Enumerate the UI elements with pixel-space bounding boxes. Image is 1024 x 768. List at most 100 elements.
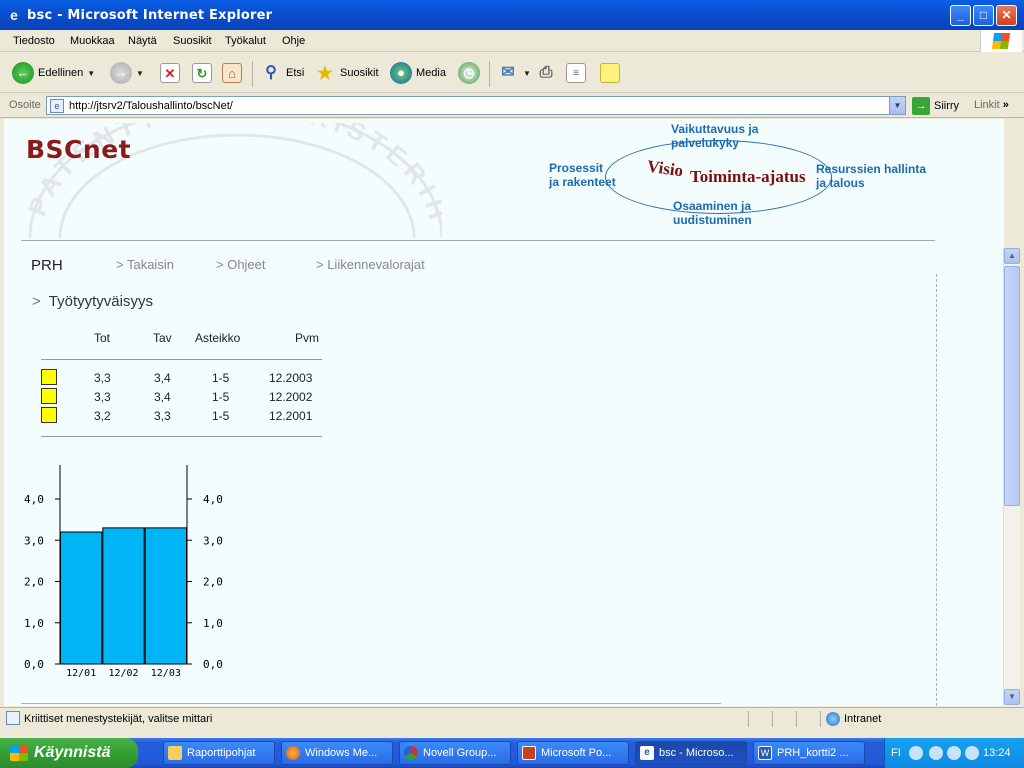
- chevron-down-icon[interactable]: ▼: [87, 69, 95, 78]
- x-tick-label: 12/01: [66, 668, 96, 679]
- task-prh-kortti[interactable]: W PRH_kortti2 ...: [753, 741, 865, 765]
- powerpoint-icon: [522, 746, 536, 760]
- clock: 13:24: [983, 747, 1011, 759]
- chevron-right-icon: »: [1002, 99, 1009, 111]
- menu-tools[interactable]: Työkalut: [225, 35, 266, 47]
- page-status-icon: [6, 711, 20, 725]
- tray-arrow-icon[interactable]: [909, 746, 923, 760]
- stop-button[interactable]: ✕: [160, 61, 180, 85]
- go-button[interactable]: → Siirry: [912, 97, 959, 115]
- table-row: 3,3 3,4 1-5 12.2002: [41, 388, 331, 407]
- y-tick-label-right: 3,0: [203, 534, 223, 547]
- forward-button[interactable]: → ▼: [110, 61, 144, 85]
- perspective-impact[interactable]: Vaikuttavuus ja palvelukyky: [671, 122, 758, 150]
- mission-label[interactable]: Toiminta-ajatus: [690, 167, 806, 187]
- refresh-icon: ↻: [192, 63, 212, 83]
- menu-favorites[interactable]: Suosikit: [173, 35, 212, 47]
- traffic-light-swatch[interactable]: [41, 369, 57, 385]
- back-arrow-icon: ←: [12, 62, 34, 84]
- menu-edit[interactable]: Muokkaa: [70, 35, 115, 47]
- back-button[interactable]: ← Edellinen ▼: [12, 61, 95, 85]
- system-tray: FI 13:24: [884, 738, 1024, 768]
- toolbar: ← Edellinen ▼ → ▼ ✕ ↻ ⌂ ⚲ Etsi ★ Suosiki…: [0, 53, 1024, 93]
- nav-back-link[interactable]: > Takaisin: [116, 257, 174, 272]
- column-header-date: Pvm: [295, 331, 319, 345]
- favorites-button[interactable]: ★ Suosikit: [314, 61, 379, 85]
- start-button[interactable]: Käynnistä: [0, 738, 138, 768]
- language-indicator[interactable]: FI: [891, 747, 901, 759]
- x-tick-label: 12/03: [151, 668, 181, 679]
- nav-home-link[interactable]: PRH: [31, 257, 63, 274]
- traffic-light-swatch[interactable]: [41, 388, 57, 404]
- history-button[interactable]: ◷: [458, 61, 480, 85]
- task-bsc-ie[interactable]: e bsc - Microso...: [635, 741, 747, 765]
- y-tick-label-left: 1,0: [24, 617, 44, 630]
- nav-traffic-lights-link[interactable]: > Liikennevalorajat: [316, 257, 425, 272]
- tray-volume-icon[interactable]: [965, 746, 979, 760]
- menu-view[interactable]: Näytä: [128, 35, 157, 47]
- table-row: 3,3 3,4 1-5 12.2003: [41, 369, 331, 388]
- mail-button[interactable]: ✉ ▼: [497, 61, 531, 85]
- word-icon: W: [758, 746, 772, 760]
- address-url[interactable]: http://jtsrv2/Taloushallinto/bscNet/: [69, 100, 233, 112]
- bscnet-logo: BSCnet: [26, 135, 132, 164]
- refresh-button[interactable]: ↻: [192, 61, 212, 85]
- scroll-thumb[interactable]: [1004, 266, 1020, 506]
- bottom-divider: [21, 703, 721, 704]
- page-title: > Työtyytyväisyys: [32, 293, 153, 310]
- task-microsoft-powerpoint[interactable]: Microsoft Po...: [517, 741, 629, 765]
- task-windows-media[interactable]: Windows Me...: [281, 741, 393, 765]
- history-icon: ◷: [458, 62, 480, 84]
- folder-icon: [168, 746, 182, 760]
- maximize-button[interactable]: □: [973, 5, 994, 26]
- perspective-resources[interactable]: Resurssien hallinta ja talous: [816, 162, 926, 190]
- traffic-light-swatch[interactable]: [41, 407, 57, 423]
- chevron-down-icon[interactable]: ▼: [136, 69, 144, 78]
- tray-network-icon[interactable]: [929, 746, 943, 760]
- y-tick-label-right: 2,0: [203, 576, 223, 589]
- edit-button[interactable]: ≡: [566, 61, 586, 85]
- perspective-learning[interactable]: Osaaminen ja uudistuminen: [673, 199, 752, 227]
- minimize-button[interactable]: _: [950, 5, 971, 26]
- right-frame-border: [936, 274, 937, 706]
- nav-help-link[interactable]: > Ohjeet: [216, 257, 266, 272]
- chevron-down-icon[interactable]: ▼: [889, 97, 905, 114]
- page-content: PATENTTI- JA REKISTERIHALLITUS BSCnet Va…: [4, 119, 1004, 706]
- y-tick-label-left: 3,0: [24, 534, 44, 547]
- star-icon: ★: [316, 63, 334, 83]
- y-tick-label-right: 1,0: [203, 617, 223, 630]
- bar-12-01: [60, 531, 103, 665]
- scroll-up-button[interactable]: ▲: [1004, 248, 1020, 264]
- intranet-globe-icon: [826, 712, 840, 726]
- menu-file[interactable]: Tiedosto: [13, 35, 55, 47]
- security-zone: Intranet: [826, 712, 881, 726]
- tray-display-icon[interactable]: [947, 746, 961, 760]
- vertical-scrollbar[interactable]: ▲ ▼: [1003, 248, 1020, 706]
- column-header-target: Tav: [153, 331, 172, 345]
- status-bar: Kriittiset menestystekijät, valitse mitt…: [0, 707, 1024, 729]
- media-button[interactable]: ● Media: [390, 61, 446, 85]
- column-header-scale: Asteikko: [195, 331, 241, 345]
- perspective-processes[interactable]: Prosessit ja rakenteet: [549, 161, 616, 189]
- chevron-down-icon[interactable]: ▼: [523, 69, 531, 78]
- table-row: 3,2 3,3 1-5 12.2001: [41, 407, 331, 426]
- address-input[interactable]: e http://jtsrv2/Taloushallinto/bscNet/ ▼: [46, 96, 906, 115]
- print-button[interactable]: ⎙: [535, 61, 557, 85]
- task-novell-groupwise[interactable]: Novell Group...: [399, 741, 511, 765]
- y-tick-label-left: 0,0: [24, 658, 44, 671]
- messenger-button[interactable]: [600, 61, 620, 85]
- scroll-down-button[interactable]: ▼: [1004, 689, 1020, 705]
- search-button[interactable]: ⚲ Etsi: [260, 61, 304, 85]
- toolbar-separator: [252, 61, 253, 87]
- y-tick-label-right: 0,0: [203, 658, 223, 671]
- home-button[interactable]: ⌂: [222, 61, 242, 85]
- close-button[interactable]: ✕: [996, 5, 1017, 26]
- table-divider: [41, 359, 322, 360]
- task-raporttipohjat[interactable]: Raporttipohjat: [163, 741, 275, 765]
- column-header-total: Tot: [94, 331, 111, 345]
- groupwise-icon: [404, 746, 418, 760]
- links-button[interactable]: Linkit »: [974, 99, 1009, 111]
- forward-arrow-icon: →: [110, 62, 132, 84]
- menu-help[interactable]: Ohje: [282, 35, 305, 47]
- results-bar-chart: 0,0 0,0 1,0 1,0 2,0 2,0 3,0 3,0 4,0 4,0 12/01 12/02…: [24, 465, 223, 679]
